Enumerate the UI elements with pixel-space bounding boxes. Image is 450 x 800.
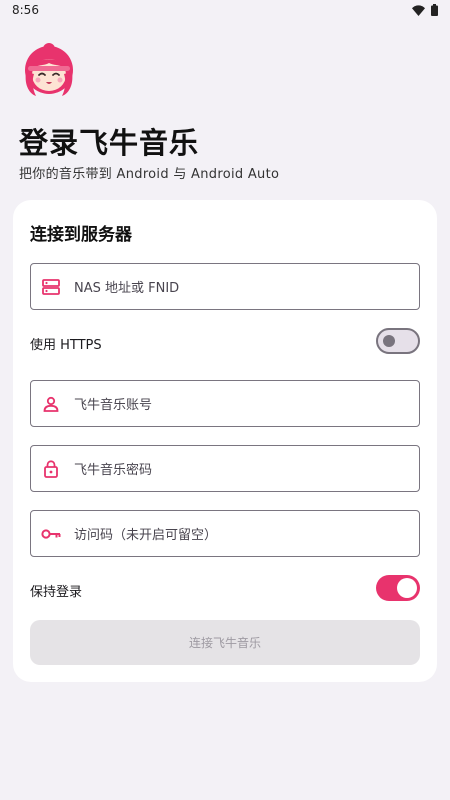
lock-icon (41, 459, 61, 479)
person-icon (41, 394, 61, 414)
https-label: 使用 HTTPS (30, 338, 102, 353)
server-address-field[interactable]: NAS 地址或 FNID (30, 263, 420, 310)
username-field[interactable]: 飞牛音乐账号 (30, 380, 420, 427)
https-toggle-knob (383, 335, 395, 347)
access-code-field[interactable]: 访问码（未开启可留空） (30, 510, 420, 557)
battery-icon (431, 4, 438, 16)
server-address-placeholder: NAS 地址或 FNID (74, 281, 180, 296)
server-icon (41, 277, 61, 297)
https-toggle[interactable] (376, 328, 420, 354)
access-code-placeholder: 访问码（未开启可留空） (74, 528, 218, 543)
password-field[interactable]: 飞牛音乐密码 (30, 445, 420, 492)
login-card: 连接到服务器 NAS 地址或 FNID 使用 HTTPS 飞牛音乐账号 飞牛音乐… (13, 200, 437, 682)
connect-button[interactable]: 连接飞牛音乐 (30, 620, 420, 665)
status-time: 8:56 (12, 3, 39, 17)
wifi-icon (412, 4, 425, 16)
password-placeholder: 飞牛音乐密码 (74, 463, 153, 478)
key-icon (41, 524, 61, 544)
status-bar: 8:56 (0, 0, 450, 20)
page-title: 登录飞牛音乐 (19, 126, 200, 160)
mascot-logo (25, 43, 73, 96)
page-subtitle: 把你的音乐带到 Android 与 Android Auto (19, 167, 280, 182)
status-icons (412, 4, 438, 16)
keep-login-label: 保持登录 (30, 585, 83, 600)
username-placeholder: 飞牛音乐账号 (74, 398, 153, 413)
keep-login-toggle[interactable] (376, 575, 420, 601)
keep-login-toggle-knob (397, 578, 417, 598)
card-title: 连接到服务器 (30, 225, 132, 245)
